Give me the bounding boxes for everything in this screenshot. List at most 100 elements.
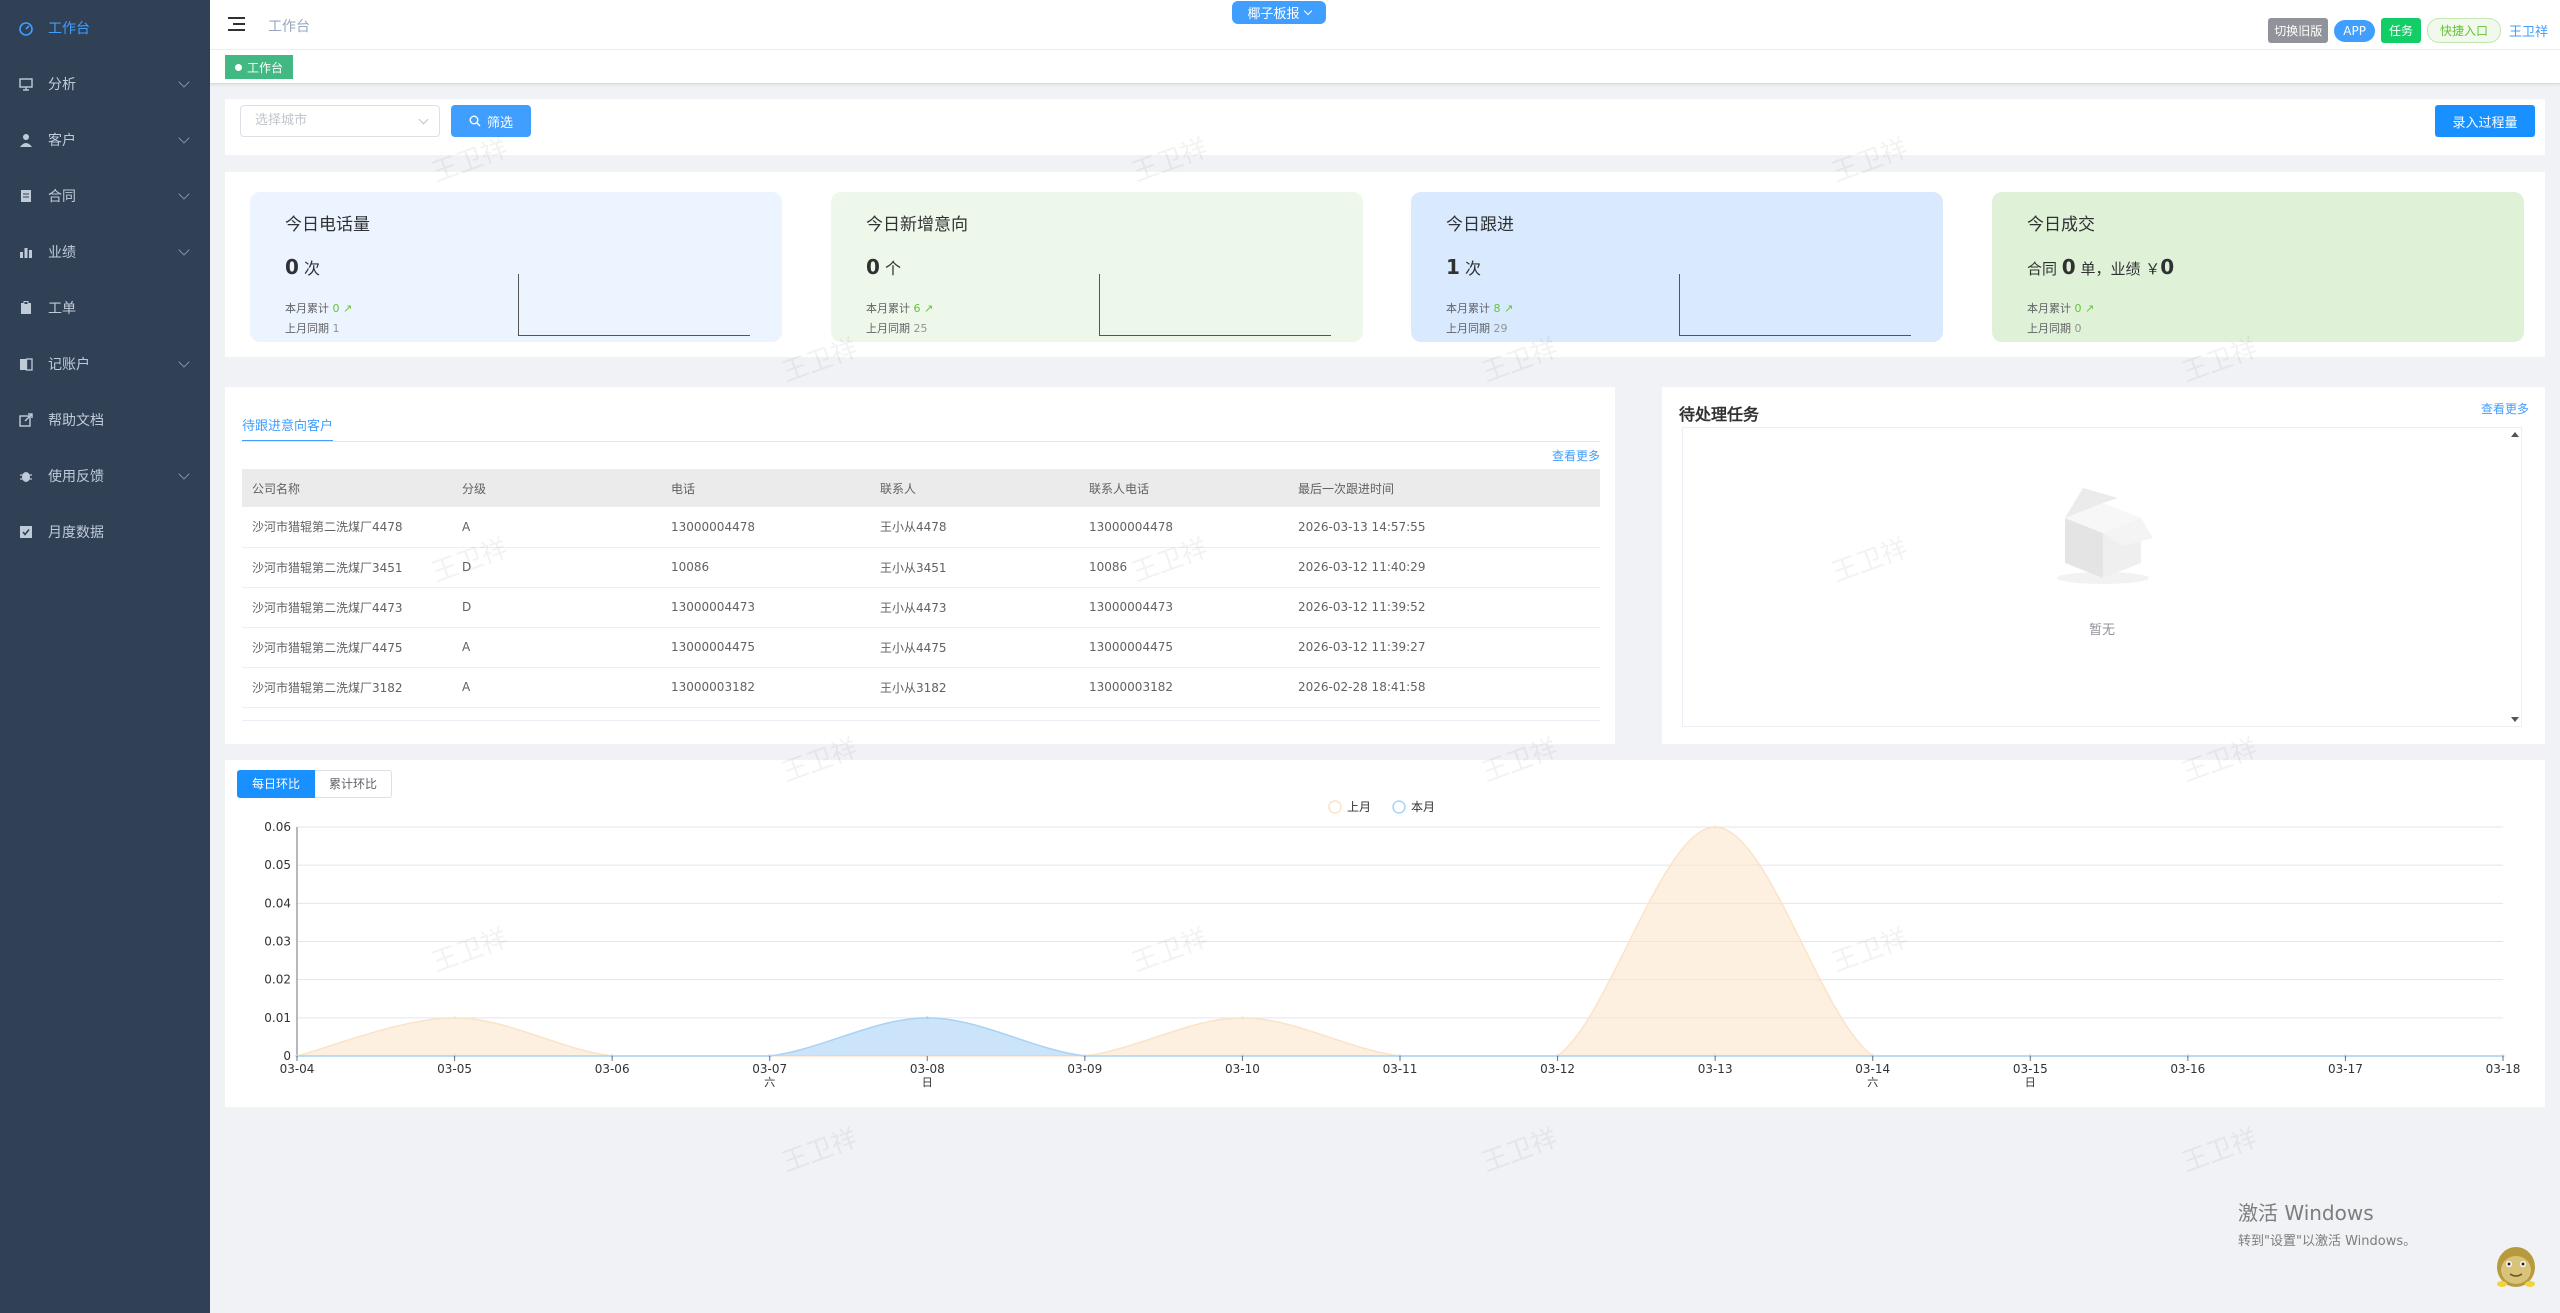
table-cell: 2026-02-28 18:41:58 — [1288, 667, 1600, 708]
entry-process-button[interactable]: 录入过程量 — [2435, 105, 2535, 137]
tasks-list[interactable]: 暂无 — [1682, 427, 2522, 727]
table-cell: 2026-03-12 11:39:52 — [1288, 587, 1600, 628]
data-point[interactable] — [1240, 1016, 1244, 1020]
empty-box-icon — [2057, 488, 2153, 584]
breadcrumb[interactable]: 工作台 — [268, 16, 310, 36]
table-cell: 沙河市猎辊第二洗煤厂3182 — [242, 667, 452, 708]
x-tick-weekday: 日 — [922, 1076, 933, 1089]
column-header: 分级 — [452, 469, 661, 507]
y-tick-label: 0.01 — [264, 1011, 291, 1025]
switch-old-version-button[interactable]: 切换旧版 — [2268, 18, 2329, 43]
hamburger-icon[interactable] — [228, 17, 245, 31]
y-tick-label: 0.02 — [264, 973, 291, 987]
sidebar-item-label: 分析 — [48, 77, 76, 93]
last-month-same-period: 上月同期 0 — [2027, 320, 2082, 336]
table-row[interactable]: 沙河市猎辊第二洗煤厂4478 A 13000004478 王小从4478 1300000… — [242, 507, 1600, 548]
assistant-mascot-icon[interactable] — [2492, 1240, 2540, 1290]
month-total-value: 0 — [2074, 302, 2082, 315]
filter-button[interactable]: 筛选 — [451, 105, 531, 137]
y-tick-label: 0 — [283, 1049, 291, 1063]
tasks-view-more-link[interactable]: 查看更多 — [2481, 400, 2529, 417]
last-period-value: 25 — [913, 322, 928, 335]
sidebar-item-1[interactable]: 分析 — [0, 56, 210, 112]
chevron-down-icon — [178, 356, 190, 368]
tab-pending-follow-up[interactable]: 待跟进意向客户 — [242, 415, 334, 442]
view-more-link[interactable]: 查看更多 — [1552, 447, 1600, 464]
city-select[interactable]: 选择城市 — [240, 105, 440, 137]
search-icon — [469, 115, 481, 127]
last-period-value: 0 — [2074, 322, 2082, 335]
x-tick-weekday: 六 — [1867, 1076, 1878, 1089]
sidebar-item-8[interactable]: 使用反馈 — [0, 448, 210, 504]
chevron-down-icon — [418, 114, 429, 125]
task-button[interactable]: 任务 — [2380, 18, 2421, 43]
legend-item-0[interactable]: 上月 — [1328, 800, 1371, 814]
trend-up-icon: ↗ — [339, 302, 353, 315]
sidebar-item-label: 帮助文档 — [48, 413, 104, 429]
table-row[interactable]: 沙河市猎辊第二洗煤厂3182 A 13000003182 王小从3182 1300000… — [242, 667, 1600, 708]
follow-up-table: 公司名称 分级 电话 联系人 联系人电话 最后一次跟进时间 沙河市猎辊第二洗煤厂4478 A… — [242, 469, 1600, 708]
table-row[interactable]: 沙河市猎辊第二洗煤厂3451 D 10086 王小从3451 10086 2026-03-… — [242, 547, 1600, 588]
chevron-down-icon — [178, 244, 190, 256]
sidebar-item-label: 客户 — [48, 133, 76, 149]
external-link-icon — [18, 412, 34, 428]
sidebar-item-3[interactable]: 合同 — [0, 168, 210, 224]
stat-unit: 次 — [304, 259, 321, 278]
last-period-label: 上月同期 — [2027, 322, 2071, 335]
sidebar-item-2[interactable]: 客户 — [0, 112, 210, 168]
month-total-label: 本月累计 — [1446, 302, 1490, 315]
quick-entry-button[interactable]: 快捷入口 — [2426, 18, 2501, 43]
stat-card-3: 今日成交 合同 0 单，业绩 ￥0 本月累计 0 ↗ 上月同期 0 — [1992, 192, 2524, 342]
scroll-down-icon[interactable] — [2511, 717, 2519, 722]
sidebar-item-9[interactable]: 月度数据 — [0, 504, 210, 560]
scroll-up-icon[interactable] — [2511, 432, 2519, 437]
table-cell: A — [452, 627, 661, 668]
board-dropdown-button[interactable]: 椰子板报 — [1232, 1, 1326, 24]
x-tick-label: 03-15 — [2013, 1062, 2048, 1076]
table-bottom-line — [242, 720, 1600, 721]
stats-panel: 今日电话量 0 次本月累计 0 ↗ 上月同期 1 今日新增意向 0 个本月累计 6 ↗ 上… — [225, 172, 2545, 357]
data-point[interactable] — [1713, 825, 1717, 829]
stat-main-value: 合同 0 单，业绩 ￥0 — [2027, 255, 2524, 279]
document-icon — [18, 188, 34, 204]
stat-title: 今日新增意向 — [866, 215, 968, 235]
follow-up-card: 待跟进意向客户 查看更多 公司名称 分级 电话 联系人 联系人电话 最后一次跟进时间 沙河… — [225, 387, 1615, 744]
legend-item-1[interactable]: 本月 — [1392, 800, 1435, 814]
table-cell: 13000004473 — [1079, 587, 1288, 628]
x-tick-label: 03-16 — [2170, 1062, 2205, 1076]
user-name[interactable]: 王卫祥 — [2509, 21, 2548, 40]
city-select-placeholder: 选择城市 — [255, 113, 308, 128]
month-total: 本月累计 8 ↗ — [1446, 300, 1513, 316]
table-cell: 13000004478 — [1079, 507, 1288, 548]
column-header: 联系人 — [870, 469, 1079, 507]
stat-card-1: 今日新增意向 0 个本月累计 6 ↗ 上月同期 25 — [831, 192, 1363, 342]
table-cell: 沙河市猎辊第二洗煤厂4473 — [242, 587, 452, 628]
app-button[interactable]: APP — [2334, 19, 2375, 42]
sidebar-item-0[interactable]: 工作台 — [0, 0, 210, 56]
table-row[interactable]: 沙河市猎辊第二洗煤厂4473 D 13000004473 王小从4473 1300000… — [242, 587, 1600, 628]
pending-tasks-card: 待处理任务 查看更多 暂无 — [1662, 387, 2545, 744]
table-cell: 2026-03-12 11:39:27 — [1288, 627, 1600, 668]
sidebar-item-5[interactable]: 工单 — [0, 280, 210, 336]
trend-up-icon: ↗ — [2081, 302, 2095, 315]
windows-activation-notice: 激活 Windows 转到"设置"以激活 Windows。 — [2238, 1197, 2416, 1249]
contract-unit: 单，业绩 ￥ — [2080, 260, 2161, 278]
table-row[interactable]: 沙河市猎辊第二洗煤厂4475 A 13000004475 王小从4475 1300000… — [242, 627, 1600, 668]
tag-dashboard[interactable]: 工作台 — [225, 55, 294, 79]
tab-divider — [242, 441, 1600, 442]
sidebar-item-6[interactable]: 记账户 — [0, 336, 210, 392]
sidebar-item-4[interactable]: 业绩 — [0, 224, 210, 280]
month-total: 本月累计 0 ↗ — [2027, 300, 2094, 316]
sidebar-item-7[interactable]: 帮助文档 — [0, 392, 210, 448]
data-point[interactable] — [925, 1016, 929, 1020]
table-cell: 王小从4473 — [870, 587, 1079, 628]
x-tick-label: 03-08 — [910, 1062, 945, 1076]
data-point[interactable] — [453, 1016, 457, 1020]
month-total: 本月累计 0 ↗ — [285, 300, 352, 316]
watermark-text: 王卫祥 — [778, 1123, 862, 1179]
comparison-chart-card: 每日环比 累计环比 0 0.01 0.02 0.03 0.04 0.05 0.06 03-04… — [225, 760, 2545, 1107]
x-tick-label: 03-14 — [1855, 1062, 1890, 1076]
contract-prefix: 合同 — [2027, 260, 2058, 278]
month-total-label: 本月累计 — [2027, 302, 2071, 315]
last-month-same-period: 上月同期 29 — [1446, 320, 1508, 336]
